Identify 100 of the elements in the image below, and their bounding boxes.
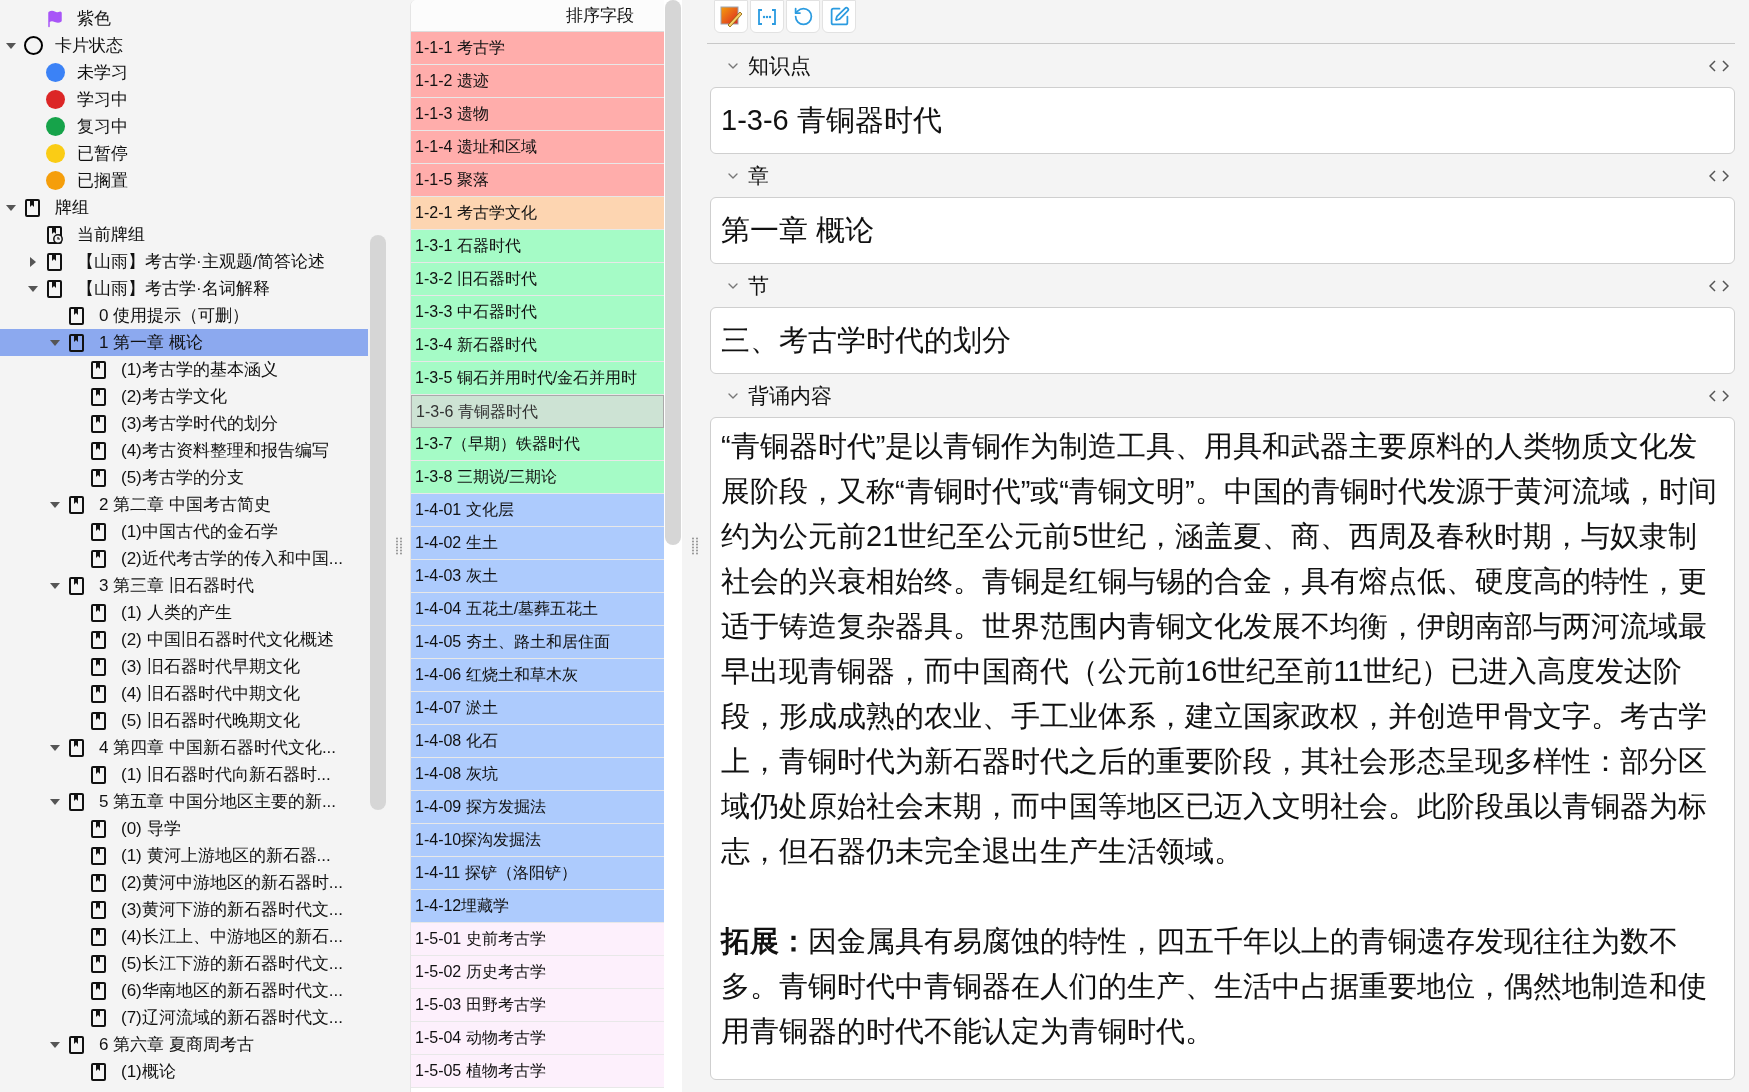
content-field[interactable] [710, 417, 1735, 1080]
edit-button[interactable] [822, 0, 856, 33]
card-row[interactable]: 1-4-08 灰坑 [411, 758, 664, 791]
text-field[interactable]: 三、考古学时代的划分 [710, 307, 1735, 374]
caret-right-icon[interactable] [28, 256, 38, 267]
tree-item[interactable]: 2 第二章 中国考古简史 [0, 491, 368, 518]
card-row[interactable]: 1-3-7（早期）铁器时代 [411, 428, 664, 461]
tree-item[interactable]: 牌组 [0, 194, 368, 221]
scrollbar-thumb[interactable] [665, 0, 681, 545]
tree-item[interactable]: (2)近代考古学的传入和中国... [0, 545, 368, 572]
card-row[interactable]: 1-3-6 青铜器时代 [411, 395, 664, 428]
card-row[interactable]: 1-4-12埋藏学 [411, 890, 664, 923]
tree-item[interactable]: (4)考古资料整理和报告编写 [0, 437, 368, 464]
card-row[interactable]: 1-3-4 新石器时代 [411, 329, 664, 362]
code-toggle-icon[interactable] [1709, 59, 1729, 72]
code-toggle-icon[interactable] [1709, 169, 1729, 182]
card-row[interactable]: 1-3-1 石器时代 [411, 230, 664, 263]
card-row[interactable]: 1-4-06 红烧土和草木灰 [411, 659, 664, 692]
cloze-button[interactable] [750, 0, 784, 33]
splitter-handle-icon[interactable] [396, 537, 402, 555]
card-row[interactable]: 1-4-02 生土 [411, 527, 664, 560]
tree-item[interactable]: (3)考古学时代的划分 [0, 410, 368, 437]
card-row[interactable]: 1-3-8 三期说/三期论 [411, 461, 664, 494]
tree-item[interactable]: 1 第一章 概论 [0, 329, 368, 356]
card-row[interactable]: 1-4-11 探铲（洛阳铲） [411, 857, 664, 890]
tree-item[interactable]: (4)长江上、中游地区的新石... [0, 923, 368, 950]
tree-item[interactable]: (5)长江下游的新石器时代文... [0, 950, 368, 977]
caret-down-icon[interactable] [6, 40, 16, 51]
tree-item[interactable]: (2)黄河中游地区的新石器时... [0, 869, 368, 896]
card-row[interactable]: 1-4-05 夯土、路土和居住面 [411, 626, 664, 659]
code-toggle-icon[interactable] [1709, 389, 1729, 402]
tree-item[interactable]: (2)考古学文化 [0, 383, 368, 410]
tree-item[interactable]: (2) 中国旧石器时代文化概述 [0, 626, 368, 653]
tree-item[interactable]: 3 第三章 旧石器时代 [0, 572, 368, 599]
card-row[interactable]: 1-4-01 文化层 [411, 494, 664, 527]
text-field[interactable]: 第一章 概论 [710, 197, 1735, 264]
tree-item[interactable]: (1)中国古代的金石学 [0, 518, 368, 545]
tree-item[interactable]: 6 第六章 夏商周考古 [0, 1031, 368, 1058]
card-row[interactable]: 1-5-03 田野考古学 [411, 989, 664, 1022]
tree-item[interactable]: (1) 旧石器时代向新石器时... [0, 761, 368, 788]
caret-down-icon[interactable] [50, 742, 60, 753]
card-row[interactable]: 1-4-08 化石 [411, 725, 664, 758]
card-row[interactable]: 1-5-02 历史考古学 [411, 956, 664, 989]
tree-item[interactable]: (1)概论 [0, 1058, 368, 1085]
card-row[interactable]: 1-4-03 灰土 [411, 560, 664, 593]
column-header[interactable]: 排序字段 [411, 0, 664, 32]
tree-item[interactable]: 5 第五章 中国分地区主要的新... [0, 788, 368, 815]
card-row[interactable]: 1-4-10探沟发掘法 [411, 824, 664, 857]
caret-down-icon[interactable] [50, 1039, 60, 1050]
card-row[interactable]: 1-5-01 史前考古学 [411, 923, 664, 956]
card-row[interactable]: 1-1-5 聚落 [411, 164, 664, 197]
tree-item[interactable]: (5)考古学的分支 [0, 464, 368, 491]
caret-down-icon[interactable] [50, 499, 60, 510]
deck-icon [69, 738, 85, 757]
tree-item[interactable]: (0) 导学 [0, 815, 368, 842]
tree-item[interactable]: 【山雨】考古学·名词解释 [0, 275, 368, 302]
tree-item[interactable]: 4 第四章 中国新石器时代文化... [0, 734, 368, 761]
tree-item[interactable]: 已搁置 [0, 167, 368, 194]
tree-item[interactable]: 未学习 [0, 59, 368, 86]
card-row[interactable]: 1-3-5 铜石并用时代/金石并用时 [411, 362, 664, 395]
card-row[interactable]: 1-1-4 遗址和区域 [411, 131, 664, 164]
card-row[interactable]: 1-1-1 考古学 [411, 32, 664, 65]
caret-down-icon[interactable] [6, 202, 16, 213]
card-row[interactable]: 1-4-07 淤土 [411, 692, 664, 725]
tree-item[interactable]: 0 使用提示（可删） [0, 302, 368, 329]
card-row[interactable]: 1-4-09 探方发掘法 [411, 791, 664, 824]
tree-item[interactable]: (5) 旧石器时代晚期文化 [0, 707, 368, 734]
tree-item[interactable]: (6)华南地区的新石器时代文... [0, 977, 368, 1004]
tree-item[interactable]: 复习中 [0, 113, 368, 140]
card-row[interactable]: 1-2-1 考古学文化 [411, 197, 664, 230]
tree-item[interactable]: 学习中 [0, 86, 368, 113]
tree-item[interactable]: (4) 旧石器时代中期文化 [0, 680, 368, 707]
caret-down-icon[interactable] [50, 337, 60, 348]
code-toggle-icon[interactable] [1709, 279, 1729, 292]
scrollbar-thumb[interactable] [370, 235, 386, 810]
tree-item[interactable]: 当前牌组 [0, 221, 368, 248]
card-row[interactable]: 1-3-3 中石器时代 [411, 296, 664, 329]
splitter-handle-icon[interactable] [691, 537, 698, 555]
color-button[interactable] [714, 0, 748, 33]
card-row[interactable]: 1-4-04 五花土/墓葬五花土 [411, 593, 664, 626]
card-row[interactable]: 1-1-2 遗迹 [411, 65, 664, 98]
tree-item[interactable]: (1)考古学的基本涵义 [0, 356, 368, 383]
tree-item[interactable]: 已暂停 [0, 140, 368, 167]
tree-item[interactable]: 紫色 [0, 5, 368, 32]
card-row[interactable]: 1-3-2 旧石器时代 [411, 263, 664, 296]
card-row[interactable]: 1-5-04 动物考古学 [411, 1022, 664, 1055]
tree-item[interactable]: 【山雨】考古学·主观题/简答论述 [0, 248, 368, 275]
caret-down-icon[interactable] [50, 580, 60, 591]
tree-item[interactable]: (1) 人类的产生 [0, 599, 368, 626]
card-row[interactable]: 1-5-05 植物考古学 [411, 1055, 664, 1088]
tree-item[interactable]: (3)黄河下游的新石器时代文... [0, 896, 368, 923]
tree-item[interactable]: (1) 黄河上游地区的新石器... [0, 842, 368, 869]
tree-item[interactable]: 卡片状态 [0, 32, 368, 59]
card-row[interactable]: 1-1-3 遗物 [411, 98, 664, 131]
caret-down-icon[interactable] [50, 796, 60, 807]
refresh-button[interactable] [786, 0, 820, 33]
tree-item[interactable]: (3) 旧石器时代早期文化 [0, 653, 368, 680]
caret-down-icon[interactable] [28, 283, 38, 294]
tree-item[interactable]: (7)辽河流域的新石器时代文... [0, 1004, 368, 1031]
text-field[interactable]: 1-3-6 青铜器时代 [710, 87, 1735, 154]
